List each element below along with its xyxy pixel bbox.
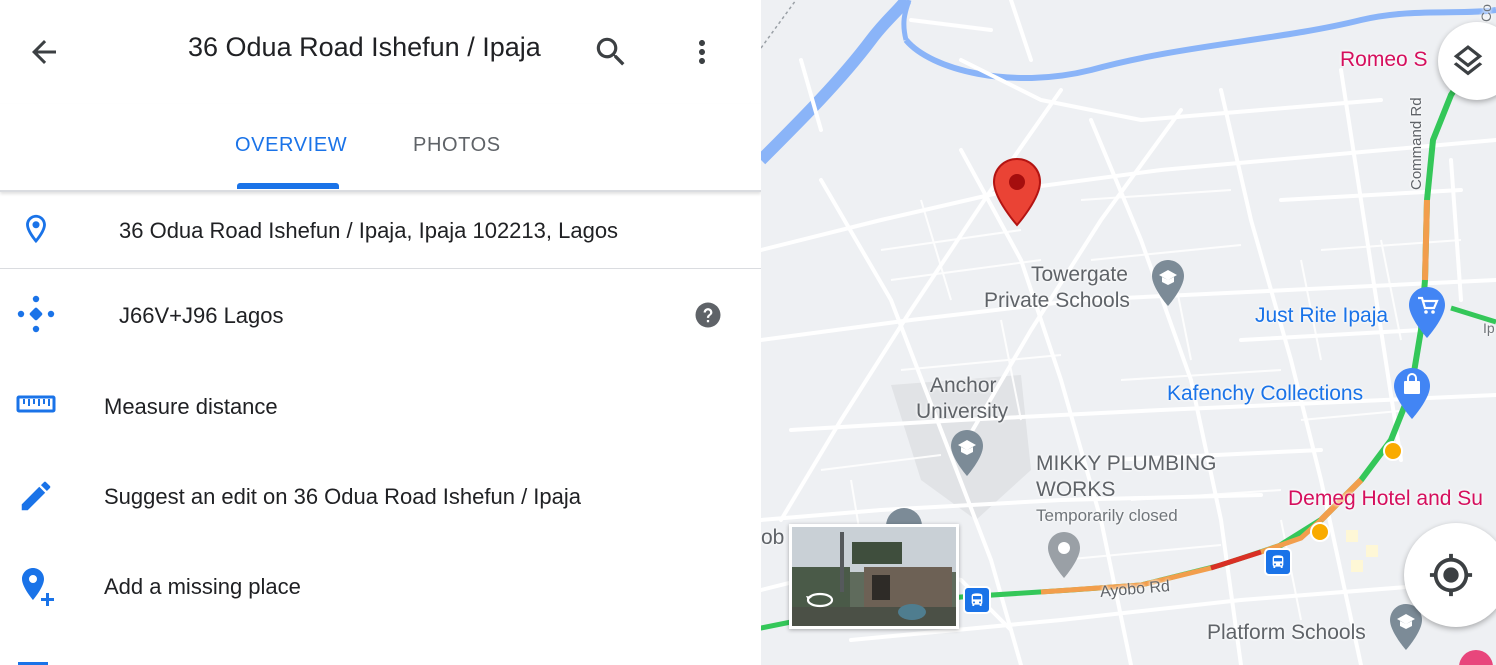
map-label-just-rite[interactable]: Just Rite Ipaja <box>1255 303 1388 329</box>
measure-distance-row[interactable]: Measure distance <box>0 360 761 450</box>
map-label-kafenchy[interactable]: Kafenchy Collections <box>1167 381 1363 407</box>
selected-place-pin-icon[interactable] <box>991 157 1043 234</box>
plus-code-icon <box>14 292 58 336</box>
bus-stop-icon[interactable] <box>1264 548 1292 576</box>
add-missing-place-row[interactable]: Add a missing place <box>0 540 761 632</box>
suggest-edit-label: Suggest an edit on 36 Odua Road Ishefun … <box>104 484 582 509</box>
school-pin-icon[interactable] <box>1150 258 1186 315</box>
back-button[interactable] <box>20 28 68 76</box>
map-label-temporarily-closed: Temporarily closed <box>1036 506 1178 525</box>
street-view-thumbnail[interactable] <box>789 524 959 629</box>
map-label-romeo[interactable]: Romeo S <box>1340 47 1428 73</box>
tab-bar: OVERVIEW PHOTOS <box>0 104 761 192</box>
bus-stop-small-icon[interactable] <box>1383 441 1403 461</box>
page-title: 36 Odua Road Ishefun / Ipaja <box>188 32 541 62</box>
divider <box>0 268 761 269</box>
edit-pencil-icon <box>14 474 58 518</box>
plus-code-row[interactable]: J66V+J96 Lagos <box>0 270 761 360</box>
bus-stop-icon[interactable] <box>963 586 991 614</box>
suggest-edit-row[interactable]: Suggest an edit on 36 Odua Road Ishefun … <box>0 450 761 540</box>
map-label-demeg[interactable]: Demeg Hotel and Su <box>1288 486 1483 512</box>
address-text: 36 Odua Road Ishefun / Ipaja, Ipaja 1022… <box>119 218 619 243</box>
ruler-icon <box>14 382 58 426</box>
map-label-ob[interactable]: ob <box>761 525 784 551</box>
street-view-rotate-icon <box>805 590 835 615</box>
map-label-anchor-2[interactable]: University <box>916 399 1008 425</box>
bus-stop-small-icon[interactable] <box>1310 522 1330 542</box>
map-label-mikky-2[interactable]: WORKS <box>1036 477 1115 503</box>
map-label-mikky[interactable]: MIKKY PLUMBING <box>1036 451 1217 477</box>
place-details-panel: 36 Odua Road Ishefun / Ipaja OVERVIEW PH… <box>0 0 761 665</box>
measure-distance-label: Measure distance <box>104 394 278 419</box>
search-button[interactable] <box>587 28 635 76</box>
map-view[interactable]: Romeo S Towergate Private Schools Just R… <box>761 0 1496 665</box>
shopping-cart-pin-icon[interactable] <box>1407 285 1447 346</box>
tab-photos[interactable]: PHOTOS <box>413 134 501 157</box>
more-vert-icon <box>699 40 705 64</box>
active-tab-indicator <box>237 183 339 189</box>
map-label-ip: Ip <box>1483 320 1495 336</box>
top-app-bar: 36 Odua Road Ishefun / Ipaja <box>0 0 761 104</box>
place-pin-icon[interactable] <box>1046 530 1082 587</box>
more-options-button[interactable] <box>678 28 726 76</box>
address-row[interactable]: 36 Odua Road Ishefun / Ipaja, Ipaja 1022… <box>0 192 761 268</box>
map-label-co: Co <box>1478 4 1494 22</box>
plus-code-text: J66V+J96 Lagos <box>119 303 284 328</box>
list-icon <box>18 656 48 665</box>
crosshair-icon <box>1429 553 1473 597</box>
search-icon <box>596 37 625 66</box>
layers-icon <box>1453 45 1483 76</box>
help-button[interactable] <box>690 297 726 333</box>
arrow-back-icon <box>32 40 56 64</box>
map-label-command-rd: Command Rd <box>1408 97 1425 190</box>
tab-overview[interactable]: OVERVIEW <box>235 134 347 157</box>
map-label-towergate[interactable]: Towergate <box>1031 262 1128 288</box>
add-location-icon <box>14 564 58 608</box>
help-icon <box>695 302 721 328</box>
map-label-anchor[interactable]: Anchor <box>930 373 997 399</box>
shopping-bag-pin-icon[interactable] <box>1392 366 1432 427</box>
map-label-towergate-2[interactable]: Private Schools <box>984 288 1130 314</box>
map-label-platform-schools[interactable]: Platform Schools <box>1207 620 1366 646</box>
location-pin-icon <box>14 207 58 251</box>
add-missing-place-label: Add a missing place <box>104 574 301 599</box>
university-pin-icon[interactable] <box>949 428 985 485</box>
